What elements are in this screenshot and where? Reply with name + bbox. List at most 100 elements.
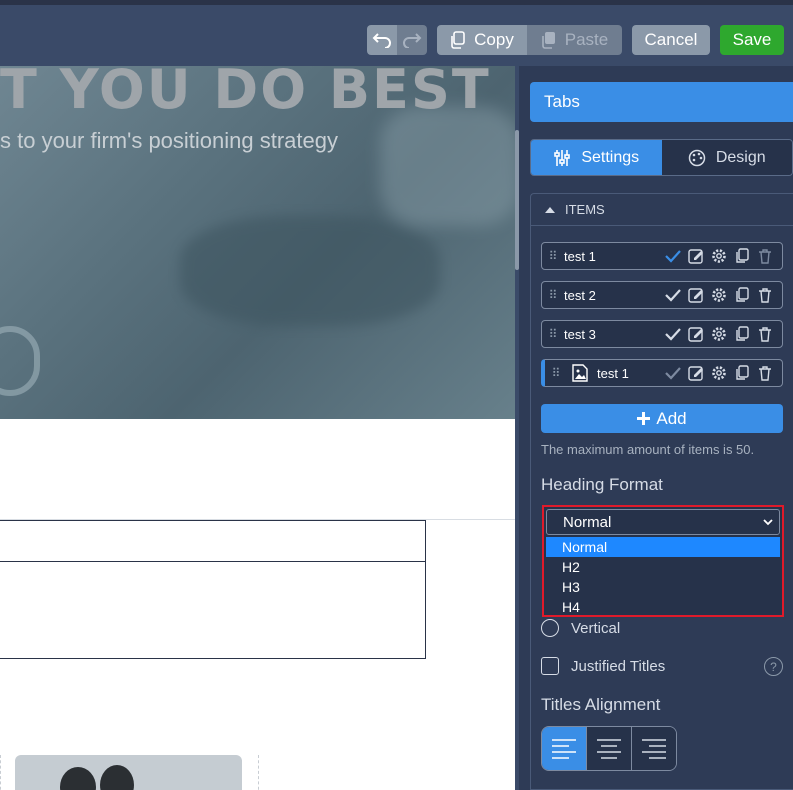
tabs-block-preview[interactable] bbox=[0, 520, 426, 659]
justified-titles-label: Justified Titles bbox=[571, 657, 666, 675]
column-guide bbox=[258, 755, 259, 790]
items-section: ITEMS ⠿ test 1 ⠿ test 2 ⠿ test 3 ⠿ test … bbox=[530, 193, 793, 790]
trash-icon[interactable] bbox=[756, 247, 774, 265]
image-icon bbox=[567, 364, 593, 382]
gear-icon[interactable] bbox=[710, 364, 728, 382]
item-label: test 3 bbox=[564, 326, 596, 342]
panel-tab-switcher: Settings Design bbox=[530, 139, 793, 176]
duplicate-icon[interactable] bbox=[733, 325, 751, 343]
item-label: test 2 bbox=[564, 287, 596, 303]
cancel-button[interactable]: Cancel bbox=[632, 25, 710, 55]
copy-label: Copy bbox=[474, 30, 514, 49]
trash-icon[interactable] bbox=[756, 286, 774, 304]
clipboard-group: Copy Paste bbox=[437, 25, 622, 55]
align-right-button[interactable] bbox=[632, 727, 676, 770]
save-button[interactable]: Save bbox=[720, 25, 784, 55]
undo-redo-group bbox=[367, 25, 427, 55]
max-items-note: The maximum amount of items is 50. bbox=[541, 442, 755, 457]
gear-icon[interactable] bbox=[710, 286, 728, 304]
drag-handle-icon[interactable]: ⠿ bbox=[542, 288, 564, 302]
edit-icon[interactable] bbox=[687, 364, 705, 382]
hero-background-shape bbox=[380, 106, 515, 226]
sliders-icon bbox=[554, 149, 571, 166]
edit-icon[interactable] bbox=[687, 247, 705, 265]
page-canvas: T YOU DO BEST s to your firm's positioni… bbox=[0, 66, 515, 790]
heading-format-option-h3[interactable]: H3 bbox=[546, 577, 780, 597]
help-icon[interactable]: ? bbox=[764, 657, 783, 676]
titles-alignment-group bbox=[541, 726, 677, 771]
hero-subtitle: s to your firm's positioning strategy bbox=[0, 128, 339, 153]
copy-button[interactable]: Copy bbox=[437, 25, 527, 55]
team-photo[interactable] bbox=[15, 755, 242, 790]
items-section-header[interactable]: ITEMS bbox=[531, 194, 793, 226]
heading-format-option-normal[interactable]: Normal bbox=[546, 537, 780, 557]
list-item[interactable]: ⠿ test 2 bbox=[541, 281, 783, 309]
heading-format-option-h4[interactable]: H4 bbox=[546, 597, 780, 617]
tab-design[interactable]: Design bbox=[661, 140, 792, 175]
justified-titles-option[interactable]: Justified Titles ? bbox=[541, 657, 783, 676]
trash-icon[interactable] bbox=[756, 364, 774, 382]
chevron-down-icon bbox=[763, 518, 773, 525]
redo-button[interactable] bbox=[397, 25, 427, 55]
align-left-button[interactable] bbox=[542, 727, 587, 770]
vertical-option[interactable]: Vertical bbox=[541, 619, 620, 637]
drag-handle-icon[interactable]: ⠿ bbox=[545, 366, 567, 380]
gear-icon[interactable] bbox=[710, 247, 728, 265]
hero-banner[interactable]: T YOU DO BEST s to your firm's positioni… bbox=[0, 66, 515, 419]
heading-format-label: Heading Format bbox=[541, 475, 663, 494]
list-item[interactable]: ⠿ test 3 bbox=[541, 320, 783, 348]
palette-icon bbox=[688, 149, 706, 166]
undo-icon bbox=[372, 33, 391, 48]
check-icon[interactable] bbox=[664, 325, 682, 343]
settings-panel: Tabs Settings Design ITEMS ⠿ test 1 ⠿ te… bbox=[519, 66, 793, 790]
titles-alignment-label: Titles Alignment bbox=[541, 695, 661, 714]
items-section-heading: ITEMS bbox=[565, 202, 605, 217]
list-item[interactable]: ⠿ test 1 bbox=[541, 242, 783, 270]
tab-design-label: Design bbox=[715, 148, 766, 166]
hero-background-shape bbox=[0, 326, 40, 396]
list-item[interactable]: ⠿ test 1 bbox=[541, 359, 783, 387]
duplicate-icon[interactable] bbox=[733, 286, 751, 304]
hero-background-shape bbox=[180, 216, 440, 326]
duplicate-icon[interactable] bbox=[733, 247, 751, 265]
drag-handle-icon[interactable]: ⠿ bbox=[542, 249, 564, 263]
copy-icon bbox=[451, 31, 465, 49]
tabs-block-divider bbox=[0, 561, 425, 562]
align-left-icon bbox=[552, 738, 576, 759]
paste-button[interactable]: Paste bbox=[527, 25, 622, 55]
heading-format-select[interactable]: Normal bbox=[546, 509, 780, 535]
add-item-label: Add bbox=[656, 408, 687, 428]
heading-format-selected-value: Normal bbox=[563, 513, 612, 531]
gear-icon[interactable] bbox=[710, 325, 728, 343]
drag-handle-icon[interactable]: ⠿ bbox=[542, 327, 564, 341]
add-item-button[interactable]: Add bbox=[541, 404, 783, 433]
photo-person bbox=[60, 767, 96, 790]
caret-up-icon bbox=[545, 207, 555, 213]
tab-settings[interactable]: Settings bbox=[531, 140, 662, 175]
align-center-icon bbox=[597, 738, 621, 759]
redo-icon bbox=[403, 33, 422, 48]
trash-icon[interactable] bbox=[756, 325, 774, 343]
item-label: test 1 bbox=[597, 365, 629, 381]
item-label: test 1 bbox=[564, 248, 596, 264]
duplicate-icon[interactable] bbox=[733, 364, 751, 382]
hero-title: T YOU DO BEST bbox=[0, 66, 491, 121]
paste-icon bbox=[541, 32, 555, 49]
column-guide bbox=[0, 755, 1, 790]
check-icon[interactable] bbox=[664, 364, 682, 382]
plus-icon bbox=[637, 412, 651, 425]
vertical-radio[interactable] bbox=[541, 619, 559, 637]
heading-format-option-h2[interactable]: H2 bbox=[546, 557, 780, 577]
panel-title: Tabs bbox=[530, 82, 793, 122]
edit-icon[interactable] bbox=[687, 286, 705, 304]
photo-person bbox=[100, 765, 134, 790]
align-right-icon bbox=[642, 738, 666, 759]
check-icon[interactable] bbox=[664, 247, 682, 265]
align-center-button[interactable] bbox=[587, 727, 632, 770]
edit-icon[interactable] bbox=[687, 325, 705, 343]
vertical-label: Vertical bbox=[571, 619, 621, 637]
tab-settings-label: Settings bbox=[581, 148, 640, 166]
check-icon[interactable] bbox=[664, 286, 682, 304]
undo-button[interactable] bbox=[367, 25, 397, 55]
justified-titles-checkbox[interactable] bbox=[541, 657, 559, 675]
